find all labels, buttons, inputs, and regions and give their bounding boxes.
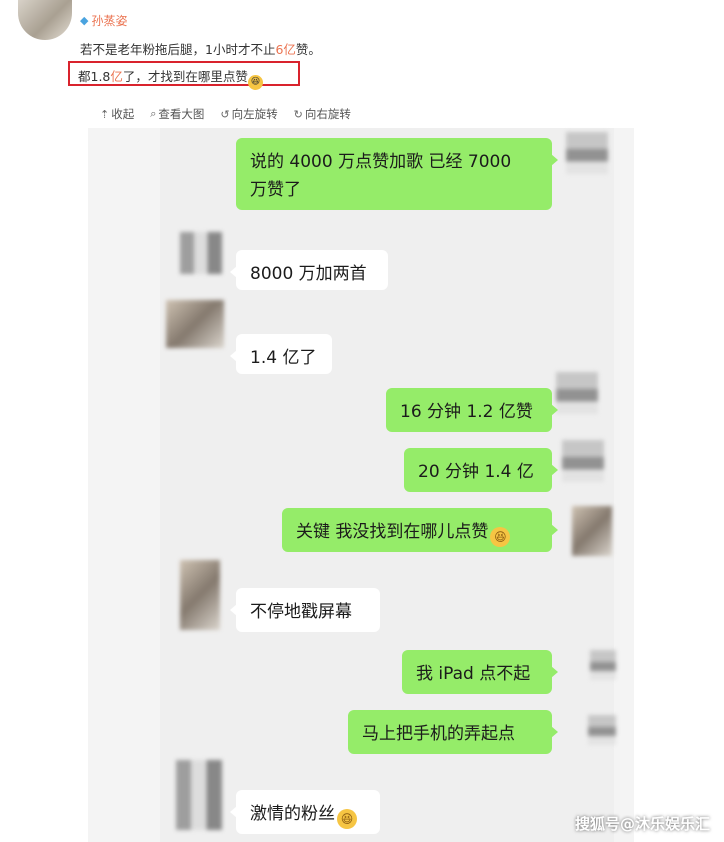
chat-message: 20 分钟 1.4 亿 xyxy=(404,448,558,492)
rotate-right-button[interactable]: ↻ 向右旋转 xyxy=(294,106,351,122)
poster-name[interactable]: ◆ 孙蒸姿 xyxy=(80,12,127,29)
rotate-right-icon: ↻ xyxy=(293,107,303,121)
chat-message: 不停地戳屏幕 xyxy=(230,588,380,632)
avatar xyxy=(590,650,616,680)
chat-message: 激情的粉丝 😆 xyxy=(230,790,380,834)
laugh-emoji-icon: 😆 xyxy=(337,809,357,829)
chat-message: 马上把手机的弄起点 xyxy=(348,710,558,754)
diamond-icon: ◆ xyxy=(80,14,89,27)
avatar xyxy=(562,440,604,482)
avatar xyxy=(556,372,598,414)
avatar xyxy=(176,760,222,830)
chat-message: 8000 万加两首 xyxy=(230,250,388,290)
view-large-button[interactable]: ⌕ 查看大图 xyxy=(150,106,204,122)
rotate-left-button[interactable]: ↺ 向左旋转 xyxy=(220,106,277,122)
magnifier-icon: ⌕ xyxy=(150,107,157,120)
laugh-emoji-icon: 😆 xyxy=(490,527,511,547)
chat-message: 我 iPad 点不起 xyxy=(402,650,558,694)
collapse-icon: ⇡ xyxy=(100,107,110,121)
avatar xyxy=(180,560,220,630)
watermark: 搜狐号@沐乐娱乐汇 xyxy=(574,815,710,833)
chat-message: 关键 我没找到在哪儿点赞 😆 xyxy=(282,508,558,552)
chat-message: 1.4 亿了 xyxy=(230,334,332,374)
collapse-button[interactable]: ⇡ 收起 xyxy=(100,106,134,122)
avatar xyxy=(566,132,608,174)
chat-message: 16 分钟 1.2 亿赞 xyxy=(386,388,558,432)
username[interactable]: 孙蒸姿 xyxy=(91,12,127,29)
avatar xyxy=(588,715,616,745)
image-toolbar: ⇡ 收起 ⌕ 查看大图 ↺ 向左旋转 ↻ 向右旋转 xyxy=(100,106,351,122)
avatar xyxy=(166,300,224,348)
poster-avatar[interactable] xyxy=(18,0,72,40)
laugh-emoji-icon: 😆 xyxy=(247,75,263,90)
post-text-line1: 若不是老年粉拖后腿，1小时才不止6亿赞。 xyxy=(80,42,321,57)
avatar xyxy=(180,232,222,274)
post-text-line2: 都1.8亿了，才找到在哪里点赞 😆 xyxy=(78,66,263,90)
avatar xyxy=(572,506,612,556)
chat-message: 说的 4000 万点赞加歌 已经 7000 万赞了 xyxy=(236,138,558,210)
rotate-left-icon: ↺ xyxy=(220,107,230,121)
